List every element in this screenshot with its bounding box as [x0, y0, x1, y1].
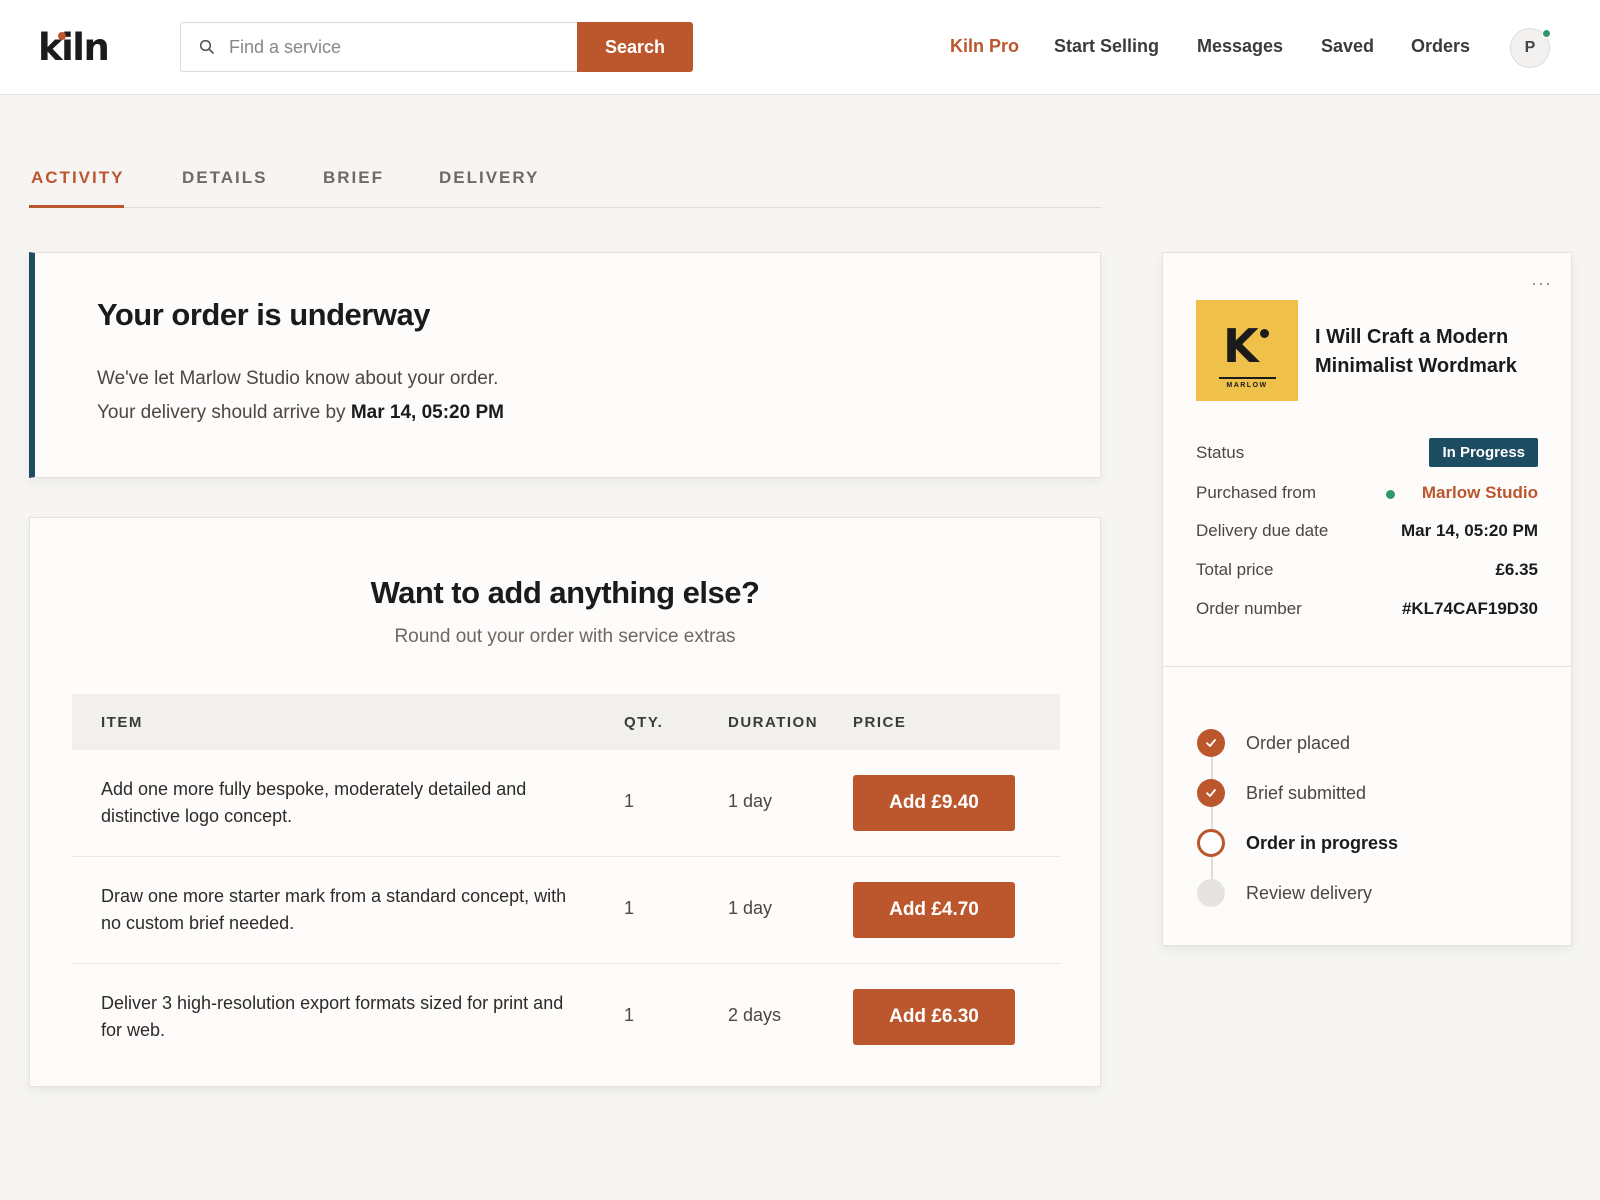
top-header: kiln Search Kiln Pro Start Selling Messa… — [0, 0, 1600, 95]
search-input[interactable] — [229, 23, 569, 71]
add-extra-button[interactable]: Add £4.70 — [853, 882, 1015, 938]
extra-item-qty: 1 — [624, 791, 635, 811]
nav-saved[interactable]: Saved — [1321, 36, 1374, 57]
purchased-from-label: Purchased from — [1196, 483, 1316, 502]
kiln-logo[interactable]: kiln — [38, 26, 110, 70]
search-button[interactable]: Search — [577, 22, 693, 72]
extra-item-duration: 1 day — [728, 898, 773, 918]
delivery-estimate-date: Mar 14, 05:20 PM — [350, 402, 504, 423]
check-icon — [1206, 789, 1216, 797]
tab-details[interactable]: DETAILS — [182, 168, 267, 188]
table-row: Draw one more starter mark from a standa… — [72, 857, 1060, 964]
thumbnail-letter: K — [1223, 319, 1259, 373]
table-row: Deliver 3 high-resolution export formats… — [72, 964, 1060, 1071]
search-icon — [199, 39, 214, 54]
extra-item-qty: 1 — [624, 1005, 635, 1025]
extras-title: Want to add anything else? — [370, 575, 760, 610]
logo-dot — [58, 32, 66, 40]
order-number-label: Order number — [1196, 599, 1302, 618]
delivery-estimate-prefix: Your delivery should arrive by — [97, 402, 346, 423]
extra-item-qty: 1 — [624, 898, 635, 918]
avatar-initial: P — [1524, 39, 1536, 56]
underway-title: Your order is underway — [97, 297, 430, 332]
status-badge: In Progress — [1429, 438, 1538, 467]
service-thumbnail[interactable]: K MARLOW — [1196, 300, 1298, 401]
column-header-price: PRICE — [853, 714, 907, 731]
timeline-label: Review delivery — [1246, 883, 1373, 903]
delivery-estimate: Your delivery should arrive by Mar 14, 0… — [97, 402, 504, 424]
timeline-label: Order in progress — [1246, 833, 1399, 853]
timeline-connector — [1211, 743, 1213, 891]
column-header-qty: QTY. — [624, 714, 664, 731]
service-title[interactable]: I Will Craft a Modern Minimalist Wordmar… — [1315, 323, 1555, 381]
nav-messages[interactable]: Messages — [1197, 36, 1283, 57]
thumbnail-dot — [1260, 329, 1269, 338]
seller-online-dot — [1386, 490, 1395, 499]
order-underway-card: Your order is underway We've let Marlow … — [29, 252, 1101, 478]
extra-item-description: Draw one more starter mark from a standa… — [101, 886, 567, 933]
extra-item-description: Deliver 3 high-resolution export formats… — [101, 993, 564, 1040]
service-extras-card: Want to add anything else? Round out you… — [29, 517, 1101, 1087]
column-header-item: ITEM — [101, 714, 143, 731]
nav-start-selling[interactable]: Start Selling — [1054, 36, 1159, 57]
summary-divider — [1163, 666, 1571, 667]
active-tab-indicator — [29, 205, 124, 208]
timeline-step-pending — [1197, 879, 1225, 907]
extra-item-duration: 2 days — [728, 1005, 782, 1025]
underway-notice: We've let Marlow Studio know about your … — [97, 368, 499, 389]
total-price-value: £6.35 — [1495, 560, 1538, 579]
extra-item-duration: 1 day — [728, 791, 773, 811]
nav-kiln-pro[interactable]: Kiln Pro — [950, 36, 1019, 57]
search-box — [180, 22, 577, 72]
check-icon — [1206, 739, 1216, 747]
due-date-label: Delivery due date — [1196, 521, 1329, 540]
nav-orders[interactable]: Orders — [1411, 36, 1470, 57]
extras-table-header: ITEM QTY. DURATION PRICE — [72, 694, 1060, 750]
timeline-label: Brief submitted — [1246, 783, 1367, 803]
table-row: Add one more fully bespoke, moderately d… — [72, 750, 1060, 857]
more-options-icon[interactable]: ··· — [1531, 273, 1552, 294]
tabs-divider — [29, 207, 1101, 208]
add-extra-button[interactable]: Add £9.40 — [853, 775, 1015, 831]
order-summary-card: ··· K MARLOW I Will Craft a Modern Minim… — [1162, 252, 1572, 946]
seller-link[interactable]: Marlow Studio — [1422, 483, 1538, 503]
order-number-value: #KL74CAF19D30 — [1401, 599, 1538, 618]
search-bar: Search — [180, 22, 693, 72]
status-label: Status — [1196, 443, 1245, 462]
logo-text: kiln — [38, 26, 110, 69]
online-status-dot — [1542, 29, 1551, 38]
tab-brief[interactable]: BRIEF — [323, 168, 384, 188]
add-extra-button[interactable]: Add £6.30 — [853, 989, 1015, 1045]
thumbnail-brand: MARLOW — [1226, 382, 1268, 389]
timeline-step-current — [1197, 829, 1225, 857]
extra-item-description: Add one more fully bespoke, moderately d… — [101, 779, 527, 826]
due-date-value: Mar 14, 05:20 PM — [1400, 521, 1538, 540]
timeline-step-done — [1197, 729, 1225, 757]
thumbnail-bar — [1219, 377, 1276, 379]
tab-delivery[interactable]: DELIVERY — [439, 168, 539, 188]
tab-activity[interactable]: ACTIVITY — [31, 168, 124, 188]
timeline-label: Order placed — [1246, 733, 1351, 753]
timeline-step-done — [1197, 779, 1225, 807]
total-price-label: Total price — [1196, 560, 1274, 579]
column-header-duration: DURATION — [728, 714, 819, 731]
extras-subtitle: Round out your order with service extras — [394, 626, 736, 647]
user-avatar[interactable]: P — [1510, 28, 1551, 68]
